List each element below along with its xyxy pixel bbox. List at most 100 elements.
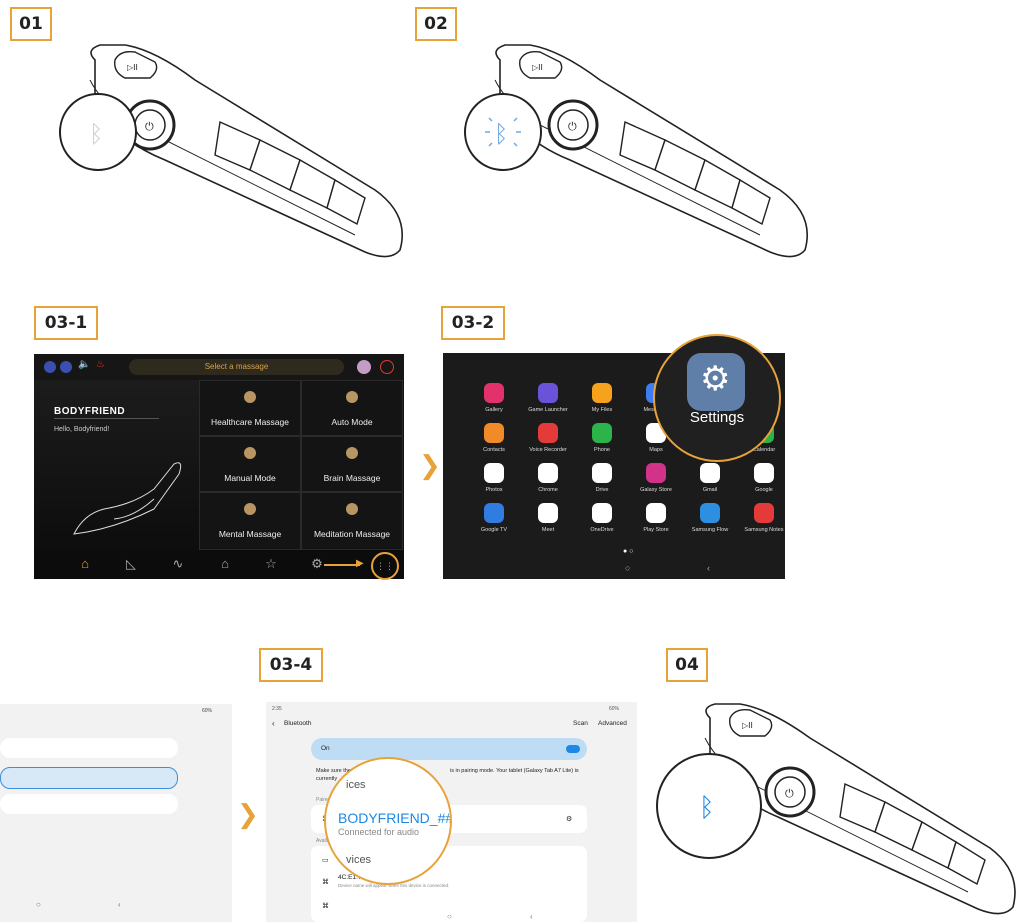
app-icon-google[interactable]: Google (739, 463, 789, 493)
app-icon-phone[interactable]: Phone (577, 423, 627, 453)
app-icon-google-tv[interactable]: Google TV (469, 503, 519, 533)
toggle-label: On (321, 745, 330, 752)
app-label: Gmail (702, 487, 718, 493)
app-icon-voice-recorder[interactable]: Voice Recorder (523, 423, 573, 453)
app-label: Voice Recorder (529, 447, 567, 453)
bluetooth-toggle-row[interactable]: On (311, 738, 587, 760)
app-icon-gallery[interactable]: Gallery (469, 383, 519, 413)
app-tile (592, 503, 612, 523)
bottom-nav: ⌂ ◺ ∿ ⌂ ☆ ⚙ ▶ ⋮⋮ (34, 550, 404, 580)
app-tile (646, 503, 666, 523)
mode-icon (346, 503, 358, 515)
mode-mental-massage[interactable]: Mental Massage (199, 492, 301, 550)
bluetooth-button-zoom: ᛒ (59, 93, 137, 171)
app-tile (484, 463, 504, 483)
wifi-icon (44, 361, 56, 373)
brand-logo: BODYFRIEND (54, 406, 126, 417)
app-icon-samsung-flow[interactable]: Samsung Flow (685, 503, 735, 533)
app-tile (538, 503, 558, 523)
chair-icon[interactable]: ◺ (122, 556, 140, 572)
gear-icon: ⚙ (700, 359, 731, 399)
app-label: Maps (649, 447, 663, 453)
app-label: Galaxy Store (640, 487, 672, 493)
home-nav-icon[interactable]: ○ (625, 563, 630, 573)
app-label: Game Launcher (528, 407, 568, 413)
profile-icon[interactable] (357, 360, 371, 374)
settings-row[interactable] (0, 794, 178, 814)
home-nav-icon[interactable]: ○ (36, 900, 41, 909)
divider (54, 418, 159, 419)
app-label: Play Store (643, 527, 669, 533)
device-type-icon: ▭ (322, 857, 329, 864)
app-icon-contacts[interactable]: Contacts (469, 423, 519, 453)
body-icon[interactable]: ⌂ (216, 556, 234, 572)
app-label: OneDrive (590, 527, 614, 533)
mode-healthcare-massage[interactable]: Healthcare Massage (199, 380, 301, 436)
app-label: Samsung Flow (691, 527, 729, 533)
device-type-icon: ⌘ (322, 879, 329, 886)
svg-text:⏻: ⏻ (568, 120, 577, 133)
app-icon-game-launcher[interactable]: Game Launcher (523, 383, 573, 413)
app-icon-galaxy-store[interactable]: Galaxy Store (631, 463, 681, 493)
app-tile (538, 383, 558, 403)
app-icon-photos[interactable]: Photos (469, 463, 519, 493)
power-icon[interactable] (380, 360, 394, 374)
app-label: Gallery (485, 407, 503, 413)
app-tile (538, 463, 558, 483)
star-icon[interactable]: ☆ (262, 556, 280, 572)
paired-device-status: Connected for audio (338, 827, 420, 837)
scan-button[interactable]: Scan (573, 720, 588, 727)
app-icon-gmail[interactable]: Gmail (685, 463, 735, 493)
svg-text:⏻: ⏻ (785, 787, 794, 800)
paired-device-name[interactable]: BODYFRIEND_#### (338, 810, 450, 826)
app-tile (538, 423, 558, 443)
mode-icon (244, 447, 256, 459)
app-icon-meet[interactable]: Meet (523, 503, 573, 533)
app-tile (484, 503, 504, 523)
step-label-02: 02 (415, 7, 457, 41)
app-label: Chrome (538, 487, 558, 493)
mode-meditation-massage[interactable]: Meditation Massage (301, 492, 403, 550)
massage-search-bar[interactable]: Select a massage (129, 359, 344, 375)
app-label: My Files (591, 407, 613, 413)
back-nav-icon[interactable]: ‹ (530, 912, 533, 921)
settings-row[interactable] (0, 738, 178, 758)
app-label: Contacts (483, 447, 505, 453)
home-nav-icon[interactable]: ○ (447, 912, 452, 921)
app-icon-samsung-notes[interactable]: Samsung Notes (739, 503, 789, 533)
devices-header-partial: ices (346, 779, 366, 791)
app-tile (592, 463, 612, 483)
app-icon-onedrive[interactable]: OneDrive (577, 503, 627, 533)
massage-menu-screen: 🔈 ♨ Select a massage BODYFRIEND Hello, B… (34, 354, 404, 580)
mode-auto[interactable]: Auto Mode (301, 380, 403, 436)
advanced-button[interactable]: Advanced (598, 720, 627, 727)
device-type-icon: ⌘ (322, 903, 329, 910)
settings-magnifier: ⚙ Settings (653, 334, 781, 462)
massage-mode-grid: Healthcare Massage Auto Mode Manual Mode… (199, 380, 404, 550)
device-settings-icon[interactable]: ⚙ (566, 815, 572, 823)
home-icon[interactable]: ⌂ (76, 556, 94, 572)
back-arrow-icon[interactable]: ‹ (272, 719, 275, 728)
app-drawer-button[interactable]: ⋮⋮ (371, 552, 399, 580)
back-nav-icon[interactable]: ‹ (118, 900, 121, 909)
mode-brain-massage[interactable]: Brain Massage (301, 436, 403, 492)
toggle-switch[interactable] (566, 745, 580, 753)
step-label-01: 01 (10, 7, 52, 41)
mode-icon (346, 447, 358, 459)
app-tile (700, 503, 720, 523)
app-icon-play-store[interactable]: Play Store (631, 503, 681, 533)
app-icon-my-files[interactable]: My Files (577, 383, 627, 413)
massage-chair-illustration (73, 462, 182, 535)
app-icon-drive[interactable]: Drive (577, 463, 627, 493)
settings-app-icon[interactable]: ⚙ (687, 353, 745, 411)
mode-manual[interactable]: Manual Mode (199, 436, 301, 492)
settings-row-highlighted[interactable] (0, 767, 178, 789)
app-tile (754, 503, 774, 523)
app-label: Meet (541, 527, 555, 533)
app-icon-chrome[interactable]: Chrome (523, 463, 573, 493)
back-nav-icon[interactable]: ‹ (707, 563, 710, 573)
svg-text:ᛒ: ᛒ (699, 793, 715, 823)
app-label: Google (755, 487, 773, 493)
mode-icon (244, 503, 256, 515)
stretch-icon[interactable]: ∿ (169, 556, 187, 572)
